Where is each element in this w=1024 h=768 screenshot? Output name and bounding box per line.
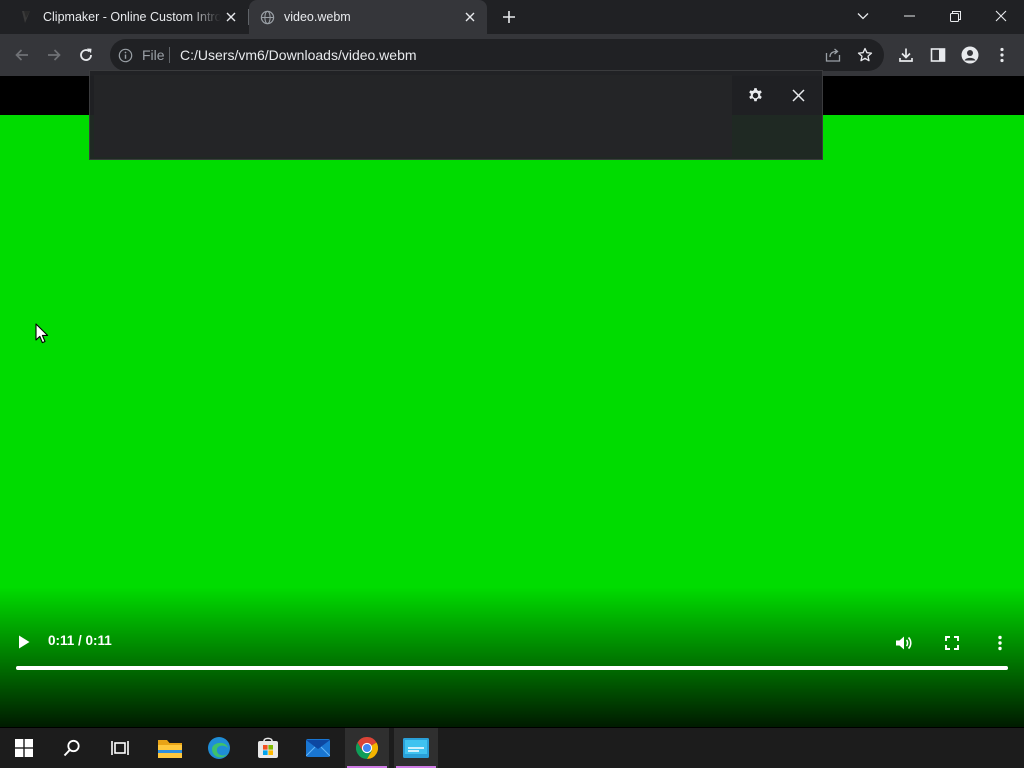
- progress-bar[interactable]: [16, 666, 1008, 670]
- tab-search-chevron-icon[interactable]: [840, 0, 886, 32]
- page-viewport: 0:11 / 0:11: [0, 76, 1024, 727]
- store-icon[interactable]: [246, 728, 290, 768]
- new-tab-icon[interactable]: [498, 6, 520, 28]
- close-tab-icon[interactable]: [460, 7, 480, 27]
- forward-arrow-icon[interactable]: [41, 42, 67, 68]
- close-tab-icon[interactable]: [221, 7, 241, 27]
- share-icon[interactable]: [820, 42, 846, 68]
- progress-fill: [16, 666, 1008, 670]
- play-icon[interactable]: [13, 631, 35, 653]
- volume-icon[interactable]: [891, 630, 917, 656]
- reload-icon[interactable]: [73, 42, 99, 68]
- tab-title: video.webm: [284, 10, 351, 24]
- mouse-cursor-icon: [35, 323, 49, 349]
- close-icon[interactable]: [978, 0, 1024, 32]
- close-icon[interactable]: [784, 81, 812, 109]
- live-caption-bubble: [89, 70, 823, 160]
- gear-icon[interactable]: [741, 81, 769, 109]
- download-icon[interactable]: [893, 42, 919, 68]
- clipmaker-logo-icon: [18, 9, 34, 25]
- controls-gradient: [0, 587, 1024, 727]
- windows-taskbar: [0, 728, 1024, 768]
- omnibox-divider: [169, 47, 170, 63]
- edge-icon[interactable]: [197, 728, 241, 768]
- side-panel-icon[interactable]: [925, 42, 951, 68]
- remote-desktop-icon[interactable]: [394, 728, 438, 768]
- video-frame[interactable]: [0, 115, 1024, 727]
- time-display: 0:11 / 0:11: [48, 633, 112, 648]
- task-view-icon[interactable]: [98, 728, 142, 768]
- folder-icon[interactable]: [148, 728, 192, 768]
- omnibox[interactable]: File C:/Users/vm6/Downloads/video.webm: [110, 39, 884, 71]
- tab-strip: Clipmaker - Online Custom Intro video.we…: [0, 0, 1024, 34]
- tab-video[interactable]: video.webm: [249, 0, 487, 34]
- url-scheme-label: File: [142, 47, 165, 63]
- caption-text-area: [94, 75, 732, 157]
- back-arrow-icon[interactable]: [9, 42, 35, 68]
- windows-start-icon[interactable]: [2, 728, 46, 768]
- url-text[interactable]: C:/Users/vm6/Downloads/video.webm: [180, 47, 417, 63]
- tab-title: Clipmaker - Online Custom Intro: [43, 10, 221, 24]
- profile-icon[interactable]: [957, 42, 983, 68]
- minimize-icon[interactable]: [886, 0, 932, 32]
- globe-icon: [259, 9, 275, 25]
- fullscreen-icon[interactable]: [939, 630, 965, 656]
- restore-icon[interactable]: [932, 0, 978, 32]
- mail-icon[interactable]: [296, 728, 340, 768]
- chrome-icon[interactable]: [345, 728, 389, 768]
- kebab-menu-icon[interactable]: [989, 42, 1015, 68]
- search-icon[interactable]: [50, 728, 94, 768]
- tab-clipmaker[interactable]: Clipmaker - Online Custom Intro: [8, 0, 248, 34]
- more-options-icon[interactable]: [987, 630, 1013, 656]
- star-icon[interactable]: [852, 42, 878, 68]
- site-info-icon[interactable]: [116, 46, 134, 64]
